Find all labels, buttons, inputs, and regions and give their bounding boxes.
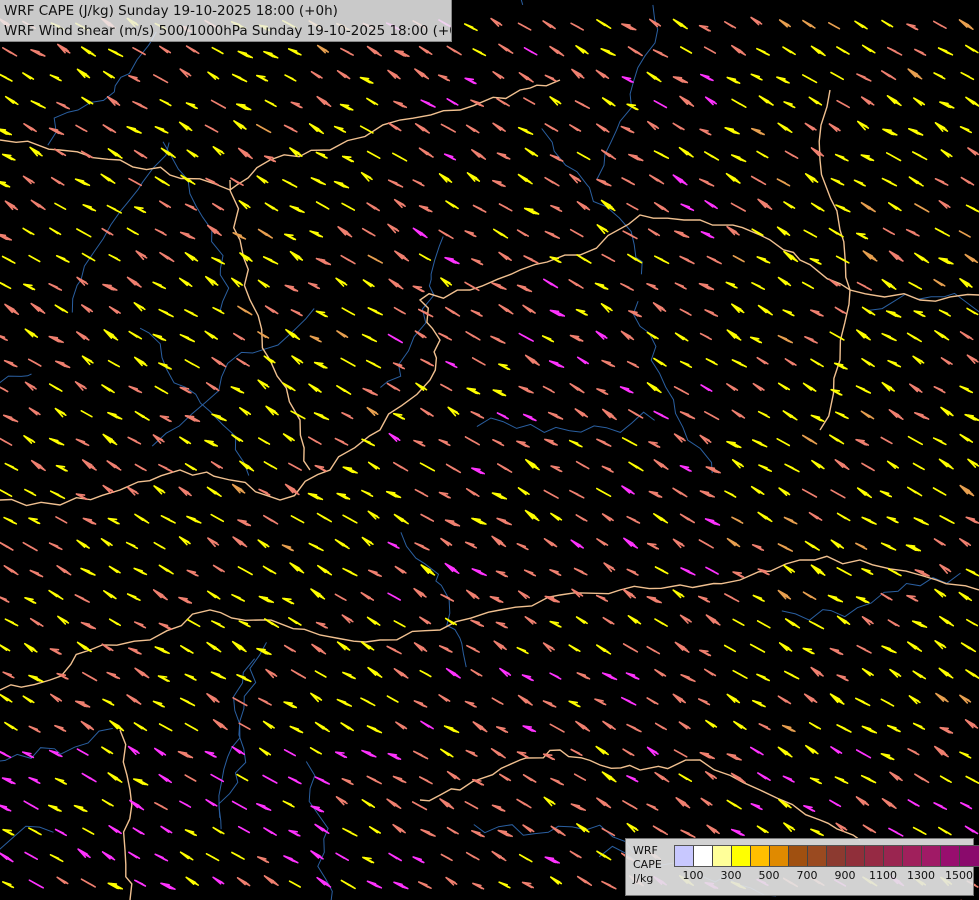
legend-swatch bbox=[846, 846, 865, 866]
legend-swatch bbox=[751, 846, 770, 866]
wind-shear-title: WRF Wind shear (m/s) 500/1000hPa Sunday … bbox=[4, 23, 452, 39]
legend-swatch bbox=[732, 846, 751, 866]
map-background bbox=[0, 0, 979, 900]
map-title-box: WRF CAPE (J/kg) Sunday 19-10-2025 18:00 … bbox=[0, 0, 452, 42]
legend-swatch bbox=[865, 846, 884, 866]
legend-swatch bbox=[827, 846, 846, 866]
legend-tick: 900 bbox=[834, 869, 856, 882]
legend-tick: 700 bbox=[796, 869, 818, 882]
legend-swatch bbox=[789, 846, 808, 866]
legend-swatch bbox=[675, 846, 694, 866]
legend-tick: 100 bbox=[682, 869, 704, 882]
legend-tick: 1300 bbox=[907, 869, 935, 882]
wind-shear-barb-map bbox=[0, 0, 979, 900]
legend-tick: 300 bbox=[720, 869, 742, 882]
legend-tick: 500 bbox=[758, 869, 780, 882]
legend-model-label: WRF bbox=[633, 844, 658, 857]
legend-unit-label: J/kg bbox=[633, 872, 654, 885]
cape-legend: WRF CAPE J/kg 100 300 500 700 900 1100 1300 150… bbox=[625, 838, 979, 896]
cape-title: WRF CAPE (J/kg) Sunday 19-10-2025 18:00 … bbox=[4, 3, 338, 19]
legend-swatch bbox=[808, 846, 827, 866]
legend-variable-label: CAPE bbox=[633, 858, 662, 871]
legend-color-scale bbox=[674, 845, 979, 867]
legend-swatch bbox=[713, 846, 732, 866]
legend-tick: 1500 bbox=[945, 869, 973, 882]
legend-swatch bbox=[884, 846, 903, 866]
legend-swatch bbox=[903, 846, 922, 866]
legend-swatch bbox=[770, 846, 789, 866]
legend-swatch bbox=[960, 846, 979, 866]
legend-swatch bbox=[941, 846, 960, 866]
legend-tick-labels: 100 300 500 700 900 1100 1300 1500 bbox=[674, 869, 974, 883]
legend-tick: 1100 bbox=[869, 869, 897, 882]
legend-swatch bbox=[694, 846, 713, 866]
legend-swatch bbox=[922, 846, 941, 866]
